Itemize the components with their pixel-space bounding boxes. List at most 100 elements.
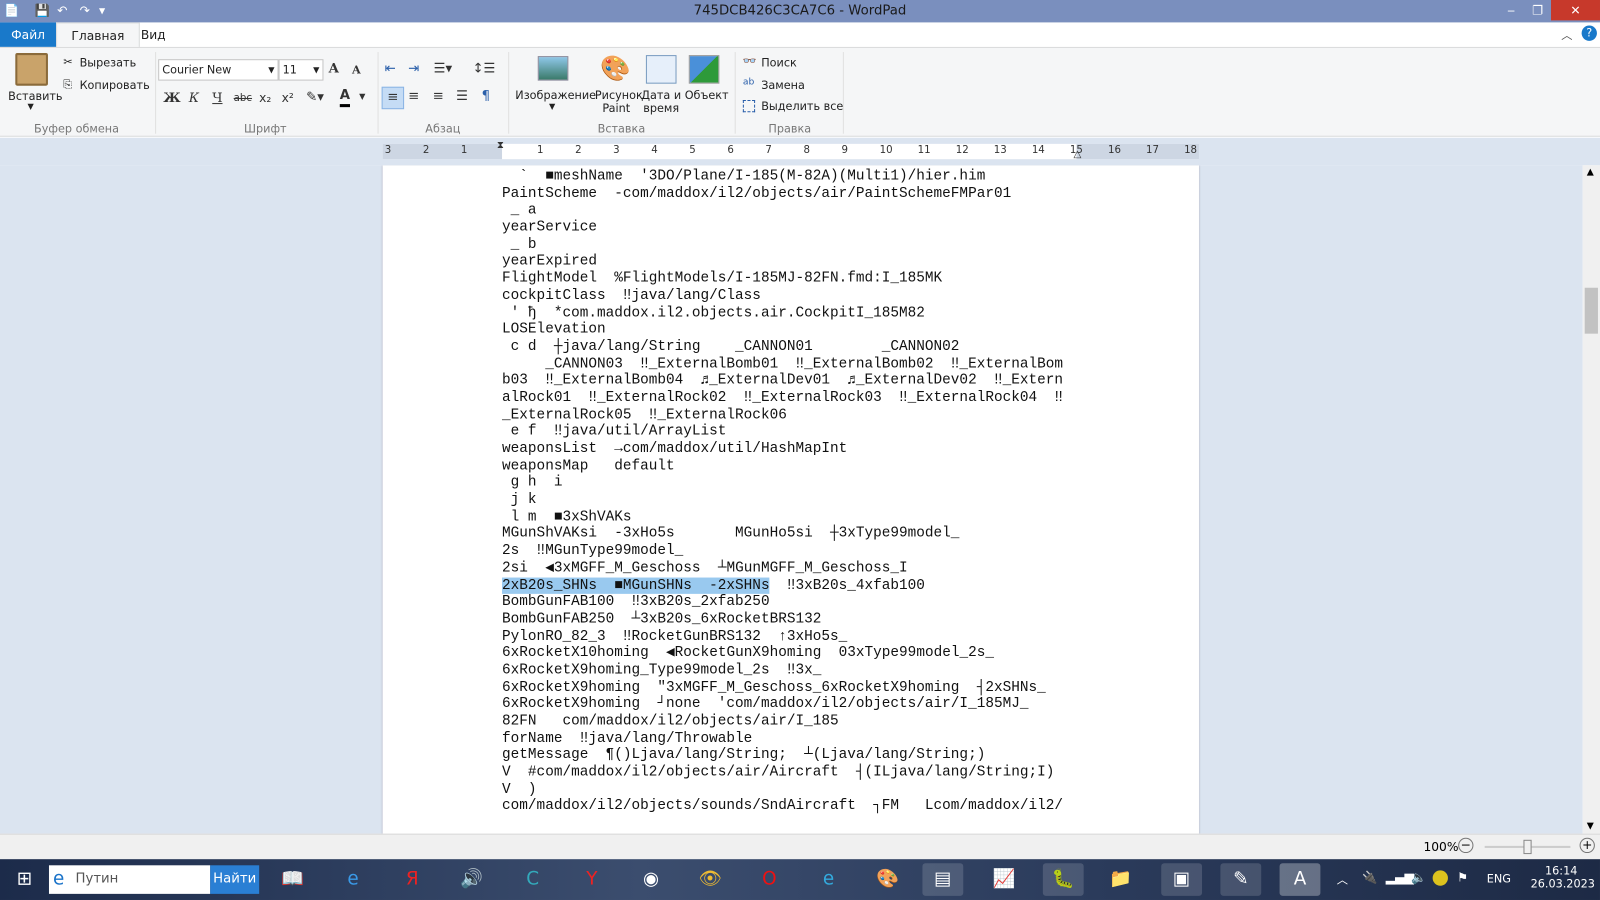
- start-button-windows-icon[interactable]: ⊞: [4, 863, 45, 896]
- text-line[interactable]: _ a: [502, 202, 1063, 219]
- paste-button[interactable]: Вставить: [8, 90, 62, 103]
- wordpad-taskbar-icon[interactable]: A: [1279, 863, 1321, 896]
- justify-button[interactable]: ☰: [456, 89, 468, 104]
- font-color-button[interactable]: A: [339, 88, 351, 108]
- app-icon-window[interactable]: ▣: [1161, 863, 1203, 896]
- text-line[interactable]: MGunShVAKsi -3xHo5s MGunHo5si ┼3xType99m…: [502, 526, 1063, 543]
- text-line[interactable]: BombGunFAB100 ‼3xB20s_2xfab250: [502, 594, 1063, 611]
- speaker-app-icon[interactable]: 🔊: [451, 863, 492, 896]
- align-left-button[interactable]: ≡: [381, 86, 405, 110]
- text-line[interactable]: forName ‼java/lang/Throwable: [502, 730, 1063, 747]
- text-line[interactable]: V #com/maddox/il2/objects/air/Aircraft ┤…: [502, 764, 1063, 781]
- align-right-button[interactable]: ≡: [433, 89, 444, 104]
- insert-object-button[interactable]: Объект: [685, 89, 729, 102]
- insert-image-button[interactable]: Изображение: [515, 89, 596, 102]
- subscript-button[interactable]: x₂: [259, 91, 271, 105]
- text-line[interactable]: _ b: [502, 236, 1063, 253]
- text-line[interactable]: getMessage ¶()Ljava/lang/String; ┴(Ljava…: [502, 747, 1063, 764]
- vertical-scrollbar[interactable]: ▲ ▼: [1582, 165, 1600, 834]
- yandex-icon[interactable]: Я: [392, 863, 433, 896]
- text-line[interactable]: weaponsList →com/maddox/util/HashMapInt: [502, 441, 1063, 458]
- text-line[interactable]: _ExternalRock05 ‼_ExternalRock06: [502, 407, 1063, 424]
- underline-button[interactable]: Ч: [212, 91, 222, 106]
- app-icon-green[interactable]: 🐛: [1042, 863, 1084, 896]
- text-line[interactable]: 6xRocketX9homing_Type99model_2s ‼3x_: [502, 662, 1063, 679]
- yandex-browser-icon[interactable]: Y: [571, 863, 612, 896]
- opera-icon[interactable]: O: [749, 863, 790, 896]
- input-language[interactable]: ENG: [1487, 872, 1511, 885]
- right-indent-marker-icon[interactable]: △: [1073, 149, 1081, 160]
- eye-app-icon[interactable]: 👁: [690, 863, 731, 896]
- app-icon-99[interactable]: ▤: [922, 863, 964, 896]
- find-button[interactable]: Поиск: [761, 56, 797, 69]
- text-line[interactable]: b03 ‼_ExternalBomb04 ♬_ExternalDev01 ♬_E…: [502, 373, 1063, 390]
- tab-file[interactable]: Файл: [0, 22, 57, 47]
- chevron-down-icon[interactable]: ▼: [549, 102, 555, 111]
- text-line[interactable]: 82FN com/maddox/il2/objects/air/I_185: [502, 713, 1063, 730]
- cut-button[interactable]: Вырезать: [80, 56, 137, 69]
- text-line[interactable]: LOSElevation: [502, 322, 1063, 339]
- close-button[interactable]: ✕: [1551, 0, 1600, 21]
- tab-view[interactable]: Вид: [127, 22, 180, 46]
- text-line[interactable]: 6xRocketX9homing "3xMGFF_M_Geschoss_6xRo…: [502, 679, 1063, 696]
- scroll-thumb[interactable]: [1584, 287, 1598, 334]
- text-line[interactable]: alRock01 ‼_ExternalRock02 ‼_ExternalRock…: [502, 390, 1063, 407]
- power-icon[interactable]: 🔌: [1362, 870, 1377, 884]
- text-line[interactable]: BombGunFAB250 ┴3xB20s_6xRocketBRS132: [502, 611, 1063, 628]
- text-line[interactable]: _CANNON03 ‼_ExternalBomb01 ‼_ExternalBom…: [502, 356, 1063, 373]
- text-line[interactable]: PaintScheme -com/maddox/il2/objects/air/…: [502, 185, 1063, 202]
- paste-dropdown-icon[interactable]: ▼: [28, 102, 34, 111]
- scroll-up-icon[interactable]: ▲: [1587, 167, 1594, 177]
- zoom-slider[interactable]: [1484, 839, 1571, 855]
- app-icon-book[interactable]: 📖: [272, 863, 313, 896]
- grow-font-button[interactable]: A: [329, 61, 339, 76]
- font-family-select[interactable]: Courier New ▼: [158, 59, 279, 81]
- text-line[interactable]: 6xRocketX10homing ◀RocketGunX9homing 03x…: [502, 645, 1063, 662]
- text-line[interactable]: c d ┼java/lang/String _CANNON01 _CANNON0…: [502, 339, 1063, 356]
- bold-button[interactable]: Ж: [163, 91, 180, 106]
- network-icon[interactable]: ▂▄▆: [1386, 870, 1414, 884]
- font-size-select[interactable]: 11 ▼: [278, 59, 324, 81]
- date-time-button[interactable]: Дата и время: [641, 89, 682, 116]
- file-explorer-icon[interactable]: 📁: [1100, 863, 1141, 896]
- line-spacing-button[interactable]: ↕☰: [472, 61, 495, 76]
- select-all-button[interactable]: Выделить все: [761, 100, 843, 113]
- show-hidden-icons[interactable]: ︿: [1337, 871, 1348, 887]
- scroll-down-icon[interactable]: ▼: [1587, 821, 1594, 831]
- text-line[interactable]: yearExpired: [502, 254, 1063, 271]
- search-button[interactable]: Найти: [210, 865, 260, 894]
- notepad-icon[interactable]: ✎: [1220, 863, 1262, 896]
- font-color-dropdown-icon[interactable]: ▼: [359, 92, 365, 101]
- text-line[interactable]: 2s ‼MGunType99model_: [502, 543, 1063, 560]
- monitor-app-icon[interactable]: 📈: [984, 863, 1025, 896]
- decrease-indent-button[interactable]: ⇤: [385, 61, 396, 76]
- tray-app-icon[interactable]: [1432, 870, 1448, 886]
- paint-icon[interactable]: 🎨: [867, 863, 908, 896]
- search-input[interactable]: e Путин: [48, 865, 211, 894]
- text-line[interactable]: com/maddox/il2/objects/sounds/SndAircraf…: [502, 798, 1063, 815]
- zoom-slider-thumb[interactable]: [1523, 839, 1532, 855]
- edge-icon[interactable]: e: [808, 863, 849, 896]
- italic-button[interactable]: К: [189, 91, 199, 106]
- text-line[interactable]: 6xRocketX9homing ┘none 'com/maddox/il2/o…: [502, 696, 1063, 713]
- shrink-font-button[interactable]: A: [352, 63, 361, 76]
- document-text[interactable]: ` ■meshName '3DO/Plane/I-185(M-82A)(Mult…: [502, 168, 1063, 815]
- bullet-list-button[interactable]: ☰▾: [434, 61, 453, 76]
- paragraph-settings-button[interactable]: ¶: [482, 89, 490, 104]
- text-line[interactable]: weaponsMap default: [502, 458, 1063, 475]
- superscript-button[interactable]: x²: [282, 91, 294, 105]
- indent-marker-icon[interactable]: ⧗: [497, 140, 504, 151]
- text-line[interactable]: ' ђ *com.maddox.il2.objects.air.CockpitI…: [502, 305, 1063, 322]
- text-line[interactable]: FlightModel %FlightModels/I-185MJ-82FN.f…: [502, 271, 1063, 288]
- text-line[interactable]: V ): [502, 781, 1063, 798]
- help-icon[interactable]: ?: [1581, 25, 1597, 41]
- text-line[interactable]: ` ■meshName '3DO/Plane/I-185(M-82A)(Mult…: [502, 168, 1063, 185]
- text-line[interactable]: cockpitClass ‼java/lang/Class: [502, 288, 1063, 305]
- paint-drawing-button[interactable]: Рисунок Paint: [595, 89, 643, 116]
- ruler[interactable]: 3 2 1 1 2 3 4 5 6 7 8 9 10 11 12 13 14 15 16 17 18 ⧗ △: [382, 140, 1199, 160]
- zoom-out-button[interactable]: −: [1458, 837, 1474, 854]
- strikethrough-button[interactable]: abc: [234, 93, 252, 104]
- volume-icon[interactable]: 🔈: [1411, 870, 1426, 884]
- copy-button[interactable]: Копировать: [80, 79, 150, 92]
- align-center-button[interactable]: ≡: [408, 89, 419, 104]
